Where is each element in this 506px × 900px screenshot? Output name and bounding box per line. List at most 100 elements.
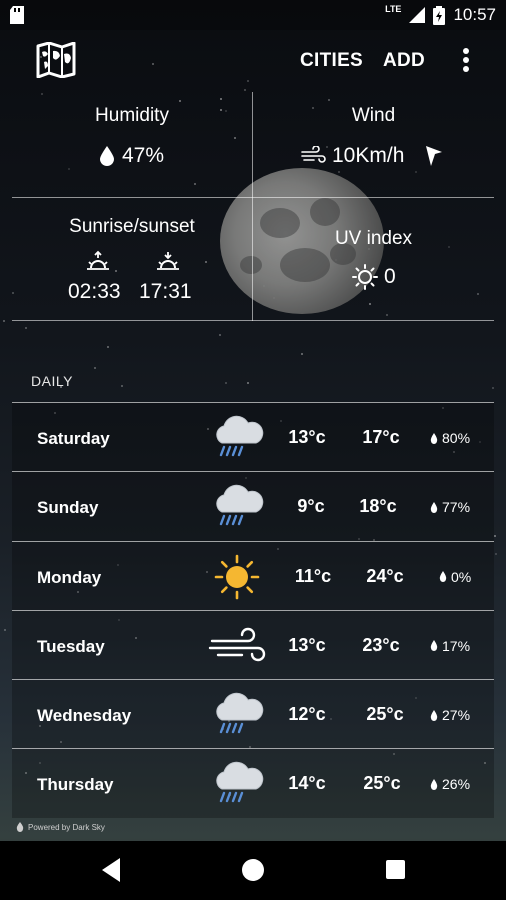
- wind-direction-icon: [426, 146, 443, 166]
- max-temperature: 18°c: [359, 496, 397, 517]
- raindrop-icon: [430, 640, 438, 652]
- raindrop-icon: [430, 709, 438, 721]
- precipitation-value: 27%: [442, 707, 471, 724]
- sun-icon: [208, 552, 266, 602]
- battery-icon: [433, 5, 446, 25]
- signal-icon: [409, 7, 426, 23]
- day-name: Wednesday: [37, 706, 132, 726]
- sun-outline-icon: [352, 264, 378, 290]
- sunset-icon: [157, 252, 179, 270]
- network-type: LTE: [385, 4, 402, 14]
- wind-icon: [208, 621, 266, 671]
- humidity-value: 47%: [122, 144, 165, 167]
- precipitation-chance: 26%: [430, 776, 470, 792]
- min-temperature: 14°c: [288, 773, 326, 794]
- rain-cloud-icon: [208, 482, 266, 532]
- star: [244, 89, 246, 91]
- star: [247, 382, 249, 384]
- powered-by[interactable]: Powered by Dark Sky: [16, 822, 105, 832]
- status-bar: LTE 10:57: [0, 0, 506, 30]
- cities-button[interactable]: CITIES: [300, 50, 363, 72]
- day-name: Thursday: [37, 775, 114, 795]
- daily-row[interactable]: Saturday 13°c 17°c 80%: [12, 402, 494, 472]
- day-name: Saturday: [37, 429, 110, 448]
- star: [492, 387, 494, 389]
- daily-row[interactable]: Sunday 9°c 18°c 77%: [12, 471, 494, 541]
- precipitation-value: 80%: [442, 430, 471, 446]
- grid-divider: [12, 320, 494, 321]
- weather-screen: LTE 10:57 CITIES ADD Humidity 47% Wind 1…: [0, 0, 506, 900]
- precipitation-value: 0%: [451, 568, 472, 585]
- star: [3, 320, 5, 322]
- daily-row[interactable]: Thursday 14°c 25°c 26%: [12, 748, 494, 818]
- max-temperature: 17°c: [362, 427, 400, 447]
- back-icon[interactable]: [100, 857, 122, 883]
- raindrop-icon: [430, 432, 438, 444]
- more-vert-icon[interactable]: [456, 44, 476, 76]
- precipitation-chance: 17%: [430, 638, 470, 654]
- uv-index-label: UV index: [334, 228, 413, 249]
- daily-row[interactable]: Tuesday 13°c 23°c 17%: [12, 609, 494, 680]
- sunrise-icon: [87, 250, 109, 270]
- grid-divider: [12, 197, 494, 198]
- current-conditions-grid: Humidity 47% Wind 10Km/h Sunrise/sunset …: [12, 92, 494, 321]
- daily-row[interactable]: Monday 11°c 24°c 0%: [12, 540, 494, 610]
- raindrop-icon: [439, 571, 447, 583]
- star: [225, 382, 227, 384]
- wind-value-group: 10Km/h: [300, 144, 444, 168]
- raindrop-icon: [430, 501, 438, 513]
- wind-label: Wind: [351, 105, 396, 126]
- max-temperature: 23°c: [362, 634, 400, 655]
- wind-icon: [301, 146, 326, 163]
- humidity-label: Humidity: [95, 105, 169, 126]
- uv-value-group: 0: [352, 264, 396, 290]
- star: [494, 535, 496, 537]
- uv-value: 0: [384, 265, 396, 288]
- precipitation-value: 17%: [442, 637, 471, 654]
- rain-cloud-icon: [208, 413, 266, 463]
- day-name: Sunday: [37, 498, 99, 518]
- day-name: Tuesday: [37, 636, 105, 656]
- clock: 10:57: [453, 5, 496, 24]
- precipitation-value: 26%: [442, 776, 471, 793]
- daily-section-label: DAILY: [31, 373, 73, 389]
- min-temperature: 11°c: [294, 565, 332, 586]
- precipitation-chance: 0%: [439, 569, 471, 585]
- map-icon[interactable]: [36, 41, 76, 83]
- precipitation-chance: 77%: [430, 499, 470, 515]
- star: [301, 353, 303, 355]
- max-temperature: 25°c: [366, 704, 404, 725]
- recent-apps-icon[interactable]: [386, 860, 405, 879]
- wind-value: 10Km/h: [332, 144, 405, 167]
- daily-forecast-list: Saturday 13°c 17°c 80% Sunday 9°c 18°c 77% Monda…: [12, 402, 494, 818]
- star: [4, 629, 6, 631]
- sunrise-time: 02:33: [68, 280, 121, 303]
- star: [94, 367, 96, 369]
- dark-sky-logo-icon: [16, 822, 24, 832]
- precipitation-value: 77%: [442, 499, 471, 516]
- min-temperature: 9°c: [297, 496, 325, 517]
- precipitation-chance: 80%: [430, 430, 470, 446]
- precipitation-chance: 27%: [430, 707, 470, 723]
- home-icon[interactable]: [242, 859, 264, 881]
- star: [25, 327, 27, 329]
- daily-row[interactable]: Wednesday 12°c 25°c 27%: [12, 679, 494, 749]
- sunset-time: 17:31: [139, 280, 192, 303]
- sd-card-icon: [10, 6, 24, 24]
- min-temperature: 12°c: [288, 704, 326, 725]
- rain-cloud-icon: [208, 759, 266, 809]
- sunrise-sunset-label: Sunrise/sunset: [69, 216, 195, 237]
- star: [495, 553, 497, 555]
- powered-by-text: Powered by Dark Sky: [28, 822, 105, 832]
- min-temperature: 13°c: [288, 634, 326, 655]
- humidity-value-group: 47%: [98, 144, 164, 168]
- app-bar: CITIES ADD: [0, 32, 506, 88]
- max-temperature: 25°c: [363, 773, 401, 794]
- raindrop-icon: [430, 778, 438, 790]
- max-temperature: 24°c: [366, 565, 404, 586]
- rain-cloud-icon: [208, 690, 266, 740]
- add-button[interactable]: ADD: [383, 50, 425, 72]
- star: [219, 334, 221, 336]
- star: [121, 385, 123, 387]
- star: [107, 346, 109, 348]
